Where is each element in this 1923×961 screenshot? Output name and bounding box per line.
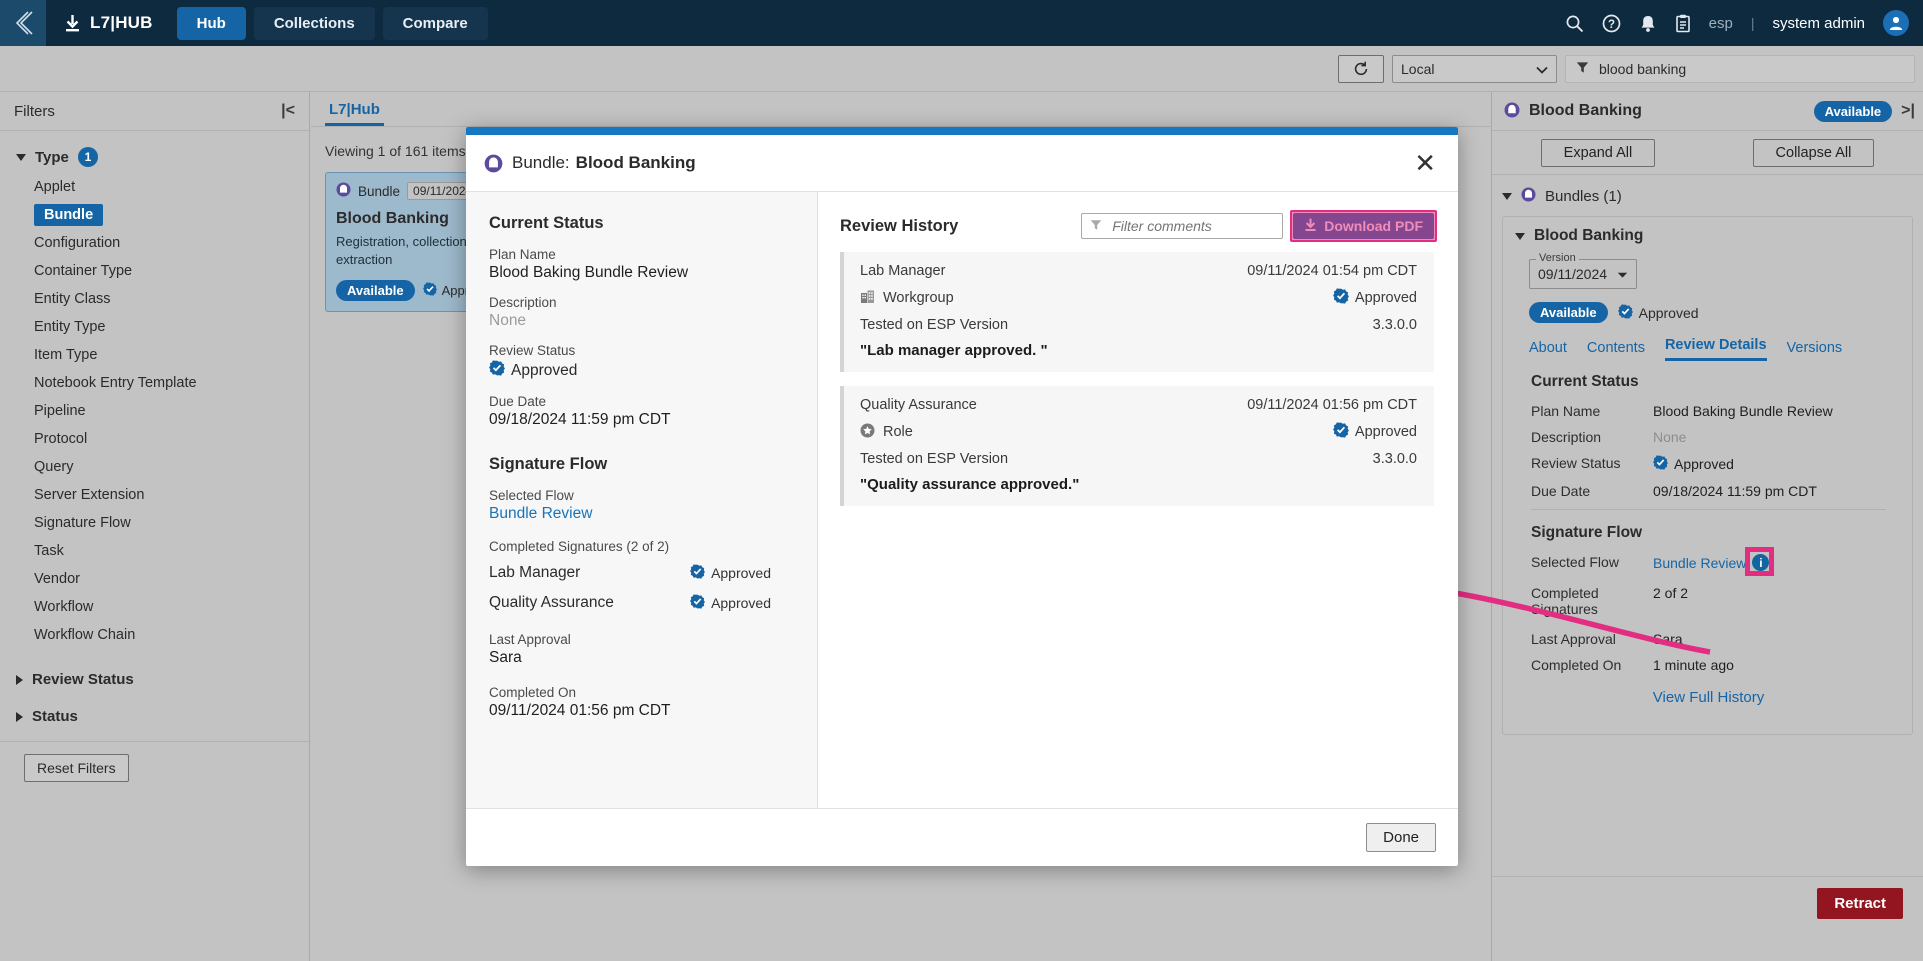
modal-right-column: Review History Download PDF	[818, 192, 1458, 808]
approved-check-icon	[690, 594, 705, 612]
current-status-title: Current Status	[489, 214, 604, 232]
field-label: Review Status	[489, 343, 576, 358]
download-pdf-button[interactable]: Download PDF	[1290, 210, 1437, 242]
entry-timestamp: 09/11/2024 01:54 pm CDT	[1247, 263, 1417, 279]
signature-row-quality-assurance: Quality Assurance Approved	[489, 594, 771, 612]
signature-status-wrap: Approved	[690, 564, 771, 582]
signature-name: Quality Assurance	[489, 594, 614, 611]
entry-version-label: Tested on ESP Version	[860, 451, 1009, 467]
field-plan-name: Plan Name Blood Baking Bundle Review	[489, 247, 817, 282]
modal-footer: Done	[466, 808, 1458, 866]
field-value: Blood Baking Bundle Review	[489, 264, 689, 281]
field-label: Due Date	[489, 394, 547, 409]
approved-check-icon	[690, 564, 705, 582]
entry-assignee-type: Workgroup	[883, 290, 954, 306]
approved-check-icon	[1333, 288, 1349, 308]
filter-icon	[1090, 218, 1102, 234]
field-selected-flow: Selected Flow Bundle Review	[489, 488, 817, 523]
field-due-date: Due Date 09/18/2024 11:59 pm CDT	[489, 394, 817, 429]
filter-comments-input[interactable]	[1081, 213, 1284, 239]
entry-version-label: Tested on ESP Version	[860, 317, 1009, 333]
filter-comments-field[interactable]	[1110, 217, 1275, 235]
modal-header: Bundle: Blood Banking ✕	[466, 135, 1458, 191]
entry-version-value: 3.3.0.0	[1372, 317, 1417, 333]
review-entry-quality-assurance: Quality Assurance 09/11/2024 01:56 pm CD…	[840, 386, 1434, 506]
entry-version-row: Tested on ESP Version 3.3.0.0	[860, 317, 1417, 333]
entry-title-row: Quality Assurance 09/11/2024 01:56 pm CD…	[860, 397, 1417, 413]
signature-status-wrap: Approved	[690, 594, 771, 612]
entry-status: Approved	[1354, 424, 1417, 440]
app-root: L7|HUB Hub Collections Compare ? esp | s…	[0, 0, 1923, 961]
download-icon	[1304, 218, 1317, 235]
entry-assignee-row: Role Approved	[860, 422, 1417, 442]
entry-status-wrap: Approved	[1333, 288, 1417, 308]
entry-assignee-type: Role	[883, 424, 913, 440]
entry-assignee-wrap: Workgroup	[860, 289, 954, 308]
bundle-icon	[484, 154, 503, 173]
signature-flow-title: Signature Flow	[489, 455, 608, 473]
field-label: Plan Name	[489, 247, 556, 262]
signature-row-lab-manager: Lab Manager Approved	[489, 564, 771, 582]
field-label: Description	[489, 295, 557, 310]
modal-title: Blood Banking	[575, 153, 696, 172]
field-last-approval: Last Approval Sara	[489, 632, 817, 667]
signature-status: Approved	[711, 595, 771, 611]
completed-signatures-label: Completed Signatures (2 of 2)	[489, 539, 670, 554]
field-value: 09/11/2024 01:56 pm CDT	[489, 702, 671, 719]
entry-assignee-row: Workgroup Approved	[860, 288, 1417, 308]
entry-role-title: Quality Assurance	[860, 397, 977, 413]
entry-status: Approved	[1354, 290, 1417, 306]
review-history-header: Review History Download PDF	[840, 210, 1437, 242]
approved-check-icon	[1333, 422, 1349, 442]
entry-version-row: Tested on ESP Version 3.3.0.0	[860, 451, 1417, 467]
review-history-title: Review History	[840, 216, 959, 235]
field-description: Description None	[489, 295, 817, 330]
entry-title-row: Lab Manager 09/11/2024 01:54 pm CDT	[860, 263, 1417, 279]
review-details-modal: Bundle: Blood Banking ✕ Current Status P…	[466, 127, 1458, 866]
entry-comment: "Quality assurance approved."	[860, 476, 1080, 493]
review-entry-lab-manager: Lab Manager 09/11/2024 01:54 pm CDT Work…	[840, 252, 1434, 372]
field-review-status: Review Status Approved	[489, 343, 817, 381]
field-completed-on: Completed On 09/11/2024 01:56 pm CDT	[489, 685, 817, 720]
field-value-wrap: Approved	[489, 360, 817, 381]
field-value: Sara	[489, 649, 522, 666]
entry-status-wrap: Approved	[1333, 422, 1417, 442]
approved-check-icon	[489, 360, 505, 381]
modal-body: Current Status Plan Name Blood Baking Bu…	[466, 191, 1458, 808]
selected-flow-link[interactable]: Bundle Review	[489, 505, 817, 523]
field-label: Completed On	[489, 685, 577, 700]
entry-version-value: 3.3.0.0	[1372, 451, 1417, 467]
modal-title-prefix: Bundle:	[512, 153, 570, 172]
field-value: None	[489, 312, 527, 329]
review-history-tools: Download PDF	[1081, 210, 1437, 242]
done-button[interactable]: Done	[1366, 823, 1436, 852]
field-label: Last Approval	[489, 632, 571, 647]
modal-left-column: Current Status Plan Name Blood Baking Bu…	[466, 192, 818, 808]
signature-name: Lab Manager	[489, 564, 581, 581]
role-star-icon	[860, 423, 875, 442]
close-icon[interactable]: ✕	[1410, 150, 1440, 176]
building-icon	[860, 289, 875, 308]
entry-role-title: Lab Manager	[860, 263, 946, 279]
signature-status: Approved	[711, 565, 771, 581]
modal-accent-bar	[466, 127, 1458, 135]
entry-assignee-wrap: Role	[860, 423, 913, 442]
entry-timestamp: 09/11/2024 01:56 pm CDT	[1247, 397, 1417, 413]
field-label: Selected Flow	[489, 488, 574, 503]
download-pdf-label: Download PDF	[1324, 218, 1423, 234]
field-value: Approved	[511, 361, 578, 379]
entry-comment: "Lab manager approved. "	[860, 342, 1048, 359]
field-value: 09/18/2024 11:59 pm CDT	[489, 411, 671, 428]
